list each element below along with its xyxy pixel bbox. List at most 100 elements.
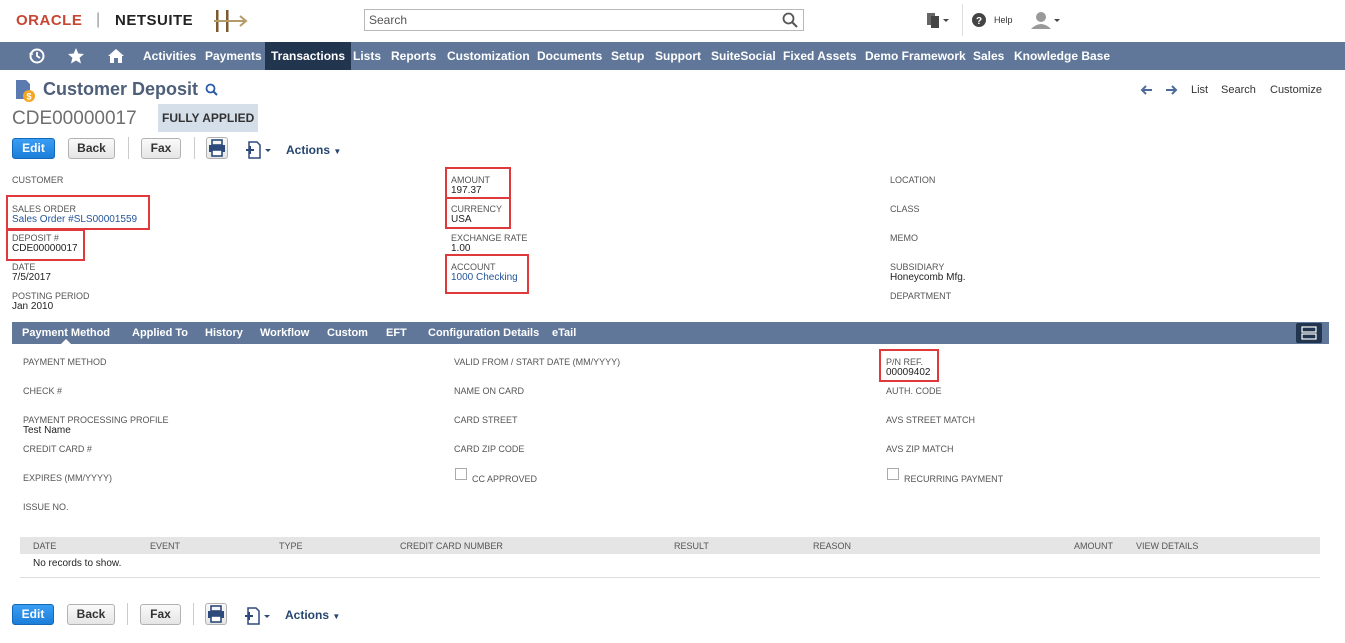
chevron-down-icon: ▼ (333, 147, 342, 156)
fax-button[interactable]: Fax (141, 138, 181, 159)
payment-method-label: PAYMENT METHOD (23, 357, 107, 367)
print-button-bottom[interactable] (205, 603, 227, 625)
nav-setup[interactable]: Setup (611, 42, 644, 70)
nav-reports[interactable]: Reports (391, 42, 436, 70)
expires-label: EXPIRES (MM/YYYY) (23, 473, 113, 483)
sales-order-link[interactable]: Sales Order #SLS00001559 (12, 214, 137, 225)
tab-payment-method[interactable]: Payment Method (22, 322, 110, 344)
subtab-bar: Payment Method Applied To History Workfl… (12, 322, 1329, 344)
location-label: LOCATION (890, 175, 936, 185)
edit-button[interactable]: Edit (12, 138, 55, 159)
date-value: 7/5/2017 (12, 272, 51, 283)
account-label: ACCOUNT (451, 262, 496, 272)
currency-label: CURRENCY (451, 204, 503, 214)
amount-label: AMOUNT (451, 175, 490, 185)
tab-applied-to[interactable]: Applied To (132, 322, 188, 344)
actions-menu-bottom[interactable]: Actions ▼ (285, 608, 340, 622)
recent-records-icon[interactable] (924, 11, 950, 29)
empty-table-message: No records to show. (33, 558, 122, 569)
account-link[interactable]: 1000 Checking (451, 272, 518, 283)
avs-zip-label: AVS ZIP MATCH (886, 444, 954, 454)
help-icon[interactable]: ? (972, 13, 986, 27)
print-button[interactable] (206, 137, 228, 159)
header-divider (962, 4, 963, 36)
card-street-label: CARD STREET (454, 415, 518, 425)
tab-workflow[interactable]: Workflow (260, 322, 309, 344)
recent-icon[interactable] (28, 47, 46, 65)
back-button-bottom[interactable]: Back (67, 604, 115, 625)
column-credit-card-number[interactable]: CREDIT CARD NUMBER (400, 541, 503, 551)
customize-link[interactable]: Customize (1270, 84, 1322, 96)
customer-label: CUSTOMER (12, 175, 64, 185)
search-link[interactable]: Search (1221, 84, 1256, 96)
column-amount[interactable]: AMOUNT (1074, 541, 1113, 551)
nav-suitesocial[interactable]: SuiteSocial (711, 42, 776, 70)
help-link[interactable]: Help (994, 15, 1013, 25)
nav-support[interactable]: Support (655, 42, 701, 70)
fax-button-bottom[interactable]: Fax (140, 604, 181, 625)
tab-custom[interactable]: Custom (327, 322, 368, 344)
column-result[interactable]: RESULT (674, 541, 709, 551)
column-event[interactable]: EVENT (150, 541, 180, 551)
tab-history[interactable]: History (205, 322, 243, 344)
cc-approved-label: CC APPROVED (472, 474, 538, 484)
pn-ref-value: 00009402 (886, 367, 931, 378)
tab-configuration-details[interactable]: Configuration Details (428, 322, 539, 344)
star-icon[interactable] (67, 47, 85, 65)
chevron-down-icon: ▼ (332, 612, 341, 621)
search-icon[interactable] (205, 83, 218, 96)
table-body (20, 554, 1320, 578)
column-date[interactable]: DATE (33, 541, 56, 551)
new-document-icon[interactable] (245, 607, 273, 625)
nav-payments[interactable]: Payments (205, 42, 262, 70)
column-view-details[interactable]: VIEW DETAILS (1136, 541, 1198, 551)
currency-value: USA (451, 214, 472, 225)
tab-etail[interactable]: eTail (552, 322, 576, 344)
nav-knowledge-base[interactable]: Knowledge Base (1014, 42, 1110, 70)
issue-number-label: ISSUE NO. (23, 502, 69, 512)
check-number-label: CHECK # (23, 386, 63, 396)
netsuite-logo: NETSUITE (115, 12, 194, 29)
layout-toggle-icon[interactable] (1296, 323, 1322, 343)
next-arrow-icon[interactable] (1165, 84, 1178, 96)
search-input[interactable] (365, 10, 775, 30)
button-divider (128, 137, 129, 159)
nav-transactions[interactable]: Transactions (265, 42, 352, 70)
button-divider (193, 603, 194, 625)
actions-menu[interactable]: Actions ▼ (286, 143, 341, 157)
deposit-number-label: DEPOSIT # (12, 233, 59, 243)
tab-eft[interactable]: EFT (386, 322, 407, 344)
subsidiary-value: Honeycomb Mfg. (890, 272, 966, 283)
recurring-payment-checkbox[interactable] (887, 468, 899, 480)
posting-period-value: Jan 2010 (12, 301, 54, 312)
user-icon[interactable] (1028, 11, 1062, 29)
auth-code-label: AUTH. CODE (886, 386, 942, 396)
svg-text:$: $ (26, 92, 31, 102)
cc-approved-checkbox[interactable] (455, 468, 467, 480)
nav-demo-framework[interactable]: Demo Framework (865, 42, 966, 70)
exchange-rate-value: 1.00 (451, 243, 471, 254)
svg-text:?: ? (976, 16, 982, 27)
edit-button-bottom[interactable]: Edit (12, 604, 54, 625)
list-link[interactable]: List (1191, 84, 1208, 96)
nav-customization[interactable]: Customization (447, 42, 530, 70)
new-document-icon[interactable] (246, 141, 274, 159)
back-button[interactable]: Back (68, 138, 115, 159)
nav-fixed-assets[interactable]: Fixed Assets (783, 42, 857, 70)
nav-lists[interactable]: Lists (353, 42, 381, 70)
column-type[interactable]: TYPE (279, 541, 303, 551)
nav-documents[interactable]: Documents (537, 42, 602, 70)
previous-arrow-icon[interactable] (1140, 84, 1153, 96)
credit-card-number-label: CREDIT CARD # (23, 444, 92, 454)
sales-order-label: SALES ORDER (12, 204, 77, 214)
nav-sales[interactable]: Sales (973, 42, 1004, 70)
column-reason[interactable]: REASON (813, 541, 851, 551)
subsidiary-label: SUBSIDIARY (890, 262, 945, 272)
main-navigation: Activities Payments Transactions Lists R… (0, 42, 1345, 70)
search-icon[interactable] (781, 11, 799, 29)
department-label: DEPARTMENT (890, 291, 952, 301)
global-search[interactable] (364, 9, 804, 31)
nav-activities[interactable]: Activities (143, 42, 196, 70)
home-icon[interactable] (107, 47, 125, 65)
print-icon (208, 605, 224, 623)
